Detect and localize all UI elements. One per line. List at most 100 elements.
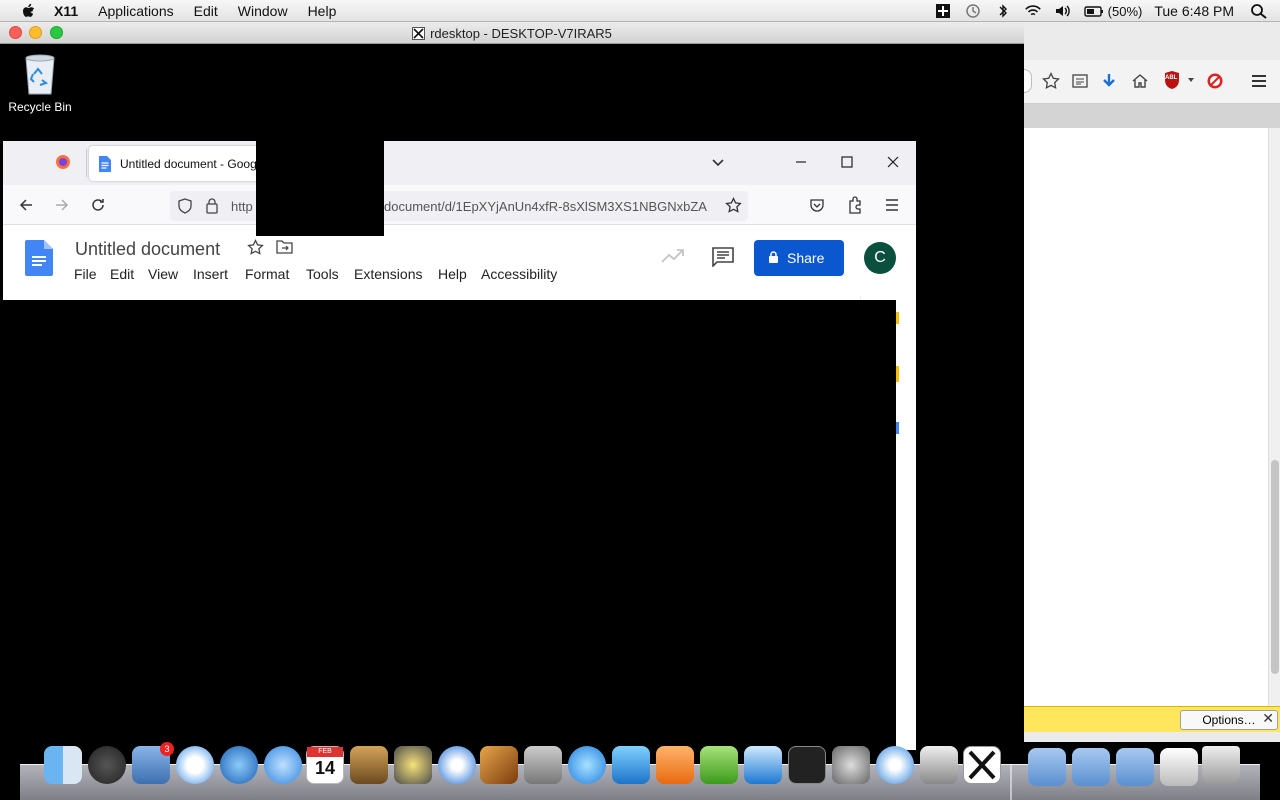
reload-icon[interactable] bbox=[90, 197, 106, 213]
close-icon[interactable] bbox=[886, 155, 900, 169]
dvd-player-icon[interactable] bbox=[438, 746, 476, 784]
star-icon[interactable] bbox=[247, 239, 264, 256]
airport-utility-icon[interactable] bbox=[876, 746, 914, 784]
menubar-edit[interactable]: Edit bbox=[194, 3, 218, 19]
mail-badge: 3 bbox=[160, 742, 174, 756]
input-menu-icon[interactable] bbox=[934, 3, 952, 19]
back-arrow-icon[interactable] bbox=[18, 197, 34, 213]
tracking-protection-shield-icon[interactable] bbox=[177, 198, 193, 214]
preview-icon[interactable] bbox=[524, 746, 562, 784]
adblock-icon[interactable]: ABL bbox=[1163, 70, 1185, 92]
battery-percent: (50%) bbox=[1107, 3, 1143, 19]
garageband-guitar-icon[interactable] bbox=[480, 746, 518, 784]
bluetooth-icon[interactable] bbox=[994, 3, 1012, 19]
apple-icon[interactable] bbox=[20, 2, 38, 20]
time-machine-icon[interactable] bbox=[964, 3, 982, 19]
menubar-clock[interactable]: Tue 6:48 PM bbox=[1154, 3, 1234, 19]
menu-view[interactable]: View bbox=[148, 266, 178, 282]
menubar-app-name[interactable]: X11 bbox=[54, 3, 78, 19]
iphoto-icon[interactable] bbox=[350, 746, 388, 784]
google-docs-logo-icon[interactable] bbox=[25, 240, 53, 276]
forward-arrow-icon[interactable] bbox=[54, 197, 70, 213]
comments-icon[interactable] bbox=[712, 247, 734, 267]
dashboard-icon[interactable] bbox=[88, 746, 126, 784]
scrollbar-thumb[interactable] bbox=[1271, 460, 1279, 674]
redacted-region bbox=[0, 300, 896, 750]
mac-menubar: X11 Applications Edit Window Help (50%) … bbox=[0, 0, 1280, 22]
menubar-window[interactable]: Window bbox=[238, 3, 288, 19]
battery-icon[interactable] bbox=[1083, 3, 1104, 19]
list-all-tabs-icon[interactable] bbox=[710, 154, 726, 170]
redacted-region bbox=[256, 141, 384, 236]
document-title[interactable]: Untitled document bbox=[75, 239, 220, 260]
stop-sign-addon-icon[interactable] bbox=[1206, 72, 1224, 90]
rdesktop-title: rdesktop - DESKTOP-V7IRAR5 bbox=[0, 26, 1024, 41]
mail-icon[interactable]: 3 bbox=[132, 742, 174, 784]
terminal-icon[interactable] bbox=[788, 746, 826, 784]
downloads-folder-icon[interactable] bbox=[1116, 748, 1154, 786]
background-firefox-page bbox=[1024, 128, 1268, 706]
menu-insert[interactable]: Insert bbox=[193, 266, 228, 282]
menu-format[interactable]: Format bbox=[245, 266, 289, 282]
account-avatar[interactable]: C bbox=[864, 242, 896, 274]
volume-icon[interactable] bbox=[1054, 3, 1072, 19]
dock-separator bbox=[1010, 764, 1012, 800]
menubar-status-area: (50%) Tue 6:48 PM bbox=[934, 0, 1280, 22]
lock-icon[interactable] bbox=[205, 197, 219, 214]
calendar-day: 14 bbox=[314, 758, 336, 778]
applications-folder-icon[interactable] bbox=[1028, 748, 1066, 786]
tab-untitled-document[interactable]: Untitled document - Goog bbox=[89, 146, 259, 181]
calendar-icon[interactable]: FEB 14 bbox=[306, 746, 344, 784]
wifi-icon[interactable] bbox=[1024, 3, 1042, 19]
share-button[interactable]: Share bbox=[754, 240, 844, 276]
menubar-help[interactable]: Help bbox=[308, 3, 337, 19]
menu-accessibility[interactable]: Accessibility bbox=[481, 266, 557, 282]
bookmark-star-icon[interactable] bbox=[1042, 72, 1060, 90]
pocket-icon[interactable] bbox=[809, 197, 825, 213]
messenger-icon[interactable] bbox=[700, 746, 738, 784]
menu-extensions[interactable]: Extensions bbox=[354, 266, 422, 282]
background-firefox-scrollbar[interactable] bbox=[1268, 128, 1280, 706]
downloads-icon[interactable] bbox=[1100, 72, 1118, 90]
recycle-bin-shortcut[interactable]: Recycle Bin bbox=[8, 52, 72, 114]
app-menu-icon[interactable] bbox=[884, 197, 900, 213]
menu-help[interactable]: Help bbox=[438, 266, 467, 282]
word-icon[interactable] bbox=[612, 746, 650, 784]
tab-divider bbox=[86, 149, 87, 177]
reading-list-icon[interactable] bbox=[1071, 72, 1089, 90]
itunes-icon[interactable] bbox=[568, 746, 606, 784]
move-folder-icon[interactable] bbox=[276, 239, 293, 254]
documents-folder-icon[interactable] bbox=[1072, 748, 1110, 786]
menu-edit[interactable]: Edit bbox=[110, 266, 134, 282]
printer-icon[interactable] bbox=[920, 746, 958, 784]
safari-icon[interactable] bbox=[176, 746, 214, 784]
share-label: Share bbox=[787, 250, 825, 266]
x11-icon[interactable] bbox=[963, 746, 1001, 784]
lock-icon bbox=[769, 251, 778, 263]
hamburger-menu-icon[interactable] bbox=[1250, 72, 1268, 90]
finder-icon[interactable] bbox=[44, 746, 82, 784]
minimize-icon[interactable] bbox=[794, 155, 808, 169]
trash-icon[interactable] bbox=[1202, 746, 1240, 784]
document-stack-icon[interactable] bbox=[1160, 748, 1198, 786]
background-firefox-notification-bar: Options… ✕ bbox=[1024, 706, 1280, 732]
menubar-applications[interactable]: Applications bbox=[98, 3, 174, 19]
spotlight-search-icon[interactable] bbox=[1250, 3, 1268, 19]
home-icon[interactable] bbox=[1131, 72, 1149, 90]
activity-trend-icon[interactable] bbox=[661, 248, 685, 264]
imovie-star-icon[interactable] bbox=[394, 746, 432, 784]
firefox-icon[interactable] bbox=[55, 154, 71, 170]
maximize-icon[interactable] bbox=[840, 155, 854, 169]
system-preferences-gear-icon[interactable] bbox=[832, 746, 870, 784]
powerpoint-icon[interactable] bbox=[656, 746, 694, 784]
close-notification-icon[interactable]: ✕ bbox=[1262, 710, 1274, 727]
chevron-down-icon[interactable] bbox=[1187, 76, 1195, 84]
menu-file[interactable]: File bbox=[74, 266, 97, 282]
bookmark-star-icon[interactable] bbox=[725, 197, 742, 214]
remote-desktop-icon[interactable] bbox=[744, 746, 782, 784]
ichat-icon[interactable] bbox=[264, 746, 302, 784]
menu-tools[interactable]: Tools bbox=[306, 266, 339, 282]
extensions-puzzle-icon[interactable] bbox=[847, 196, 863, 214]
network-globe-icon[interactable] bbox=[220, 746, 258, 784]
adblock-badge-text: ABL bbox=[1165, 75, 1178, 81]
